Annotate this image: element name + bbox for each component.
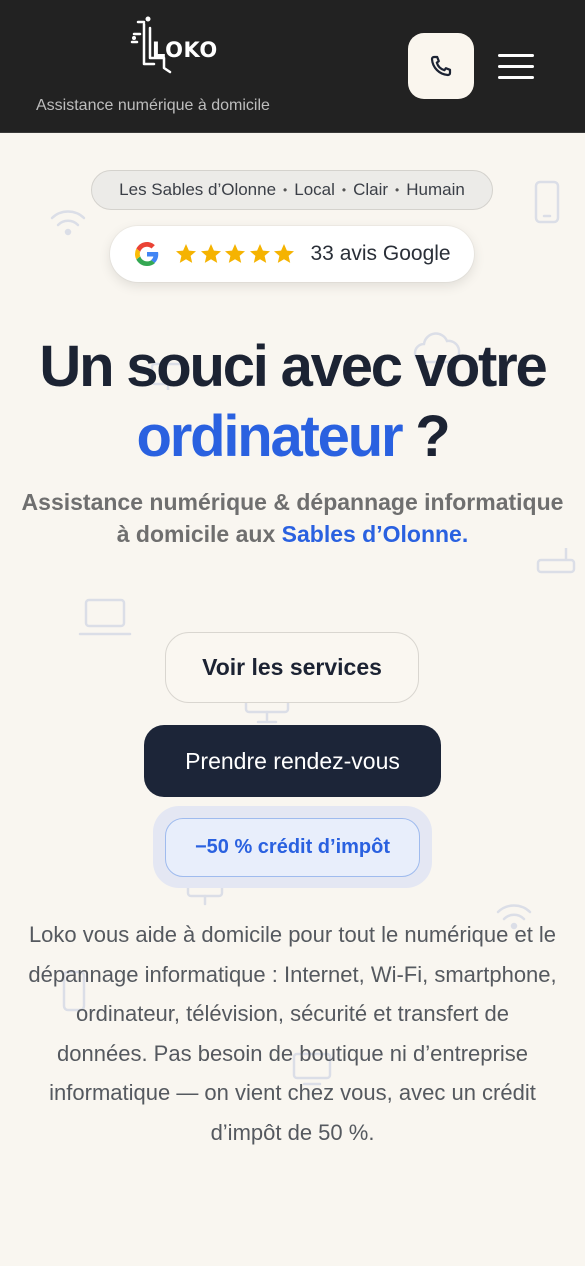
- location-item: Clair: [353, 180, 389, 199]
- star-icon: [274, 244, 294, 263]
- location-pill: Les Sables d’Olonne • Local • Clair • Hu…: [91, 170, 493, 210]
- call-button[interactable]: [408, 33, 474, 99]
- tax-credit-badge[interactable]: −50 % crédit d’impôt: [165, 818, 420, 877]
- site-header: LOKO Assistance numérique à domicile: [0, 0, 585, 133]
- tax-credit-badge-wrapper: −50 % crédit d’impôt: [153, 806, 432, 888]
- review-count: 33 avis Google: [310, 242, 451, 265]
- hero-title-accent: ordinateur: [136, 404, 404, 469]
- hero-title: Un souci avec votre ordinateur ?: [0, 332, 585, 472]
- menu-bar-icon: [498, 65, 534, 68]
- star-icon: [249, 244, 270, 263]
- location-link[interactable]: Sables d’Olonne: [282, 521, 462, 547]
- smartphone-icon: [534, 180, 560, 224]
- laptop-icon: [78, 598, 132, 636]
- header-tagline: Assistance numérique à domicile: [36, 97, 270, 114]
- star-icon: [200, 244, 221, 263]
- hero-subtitle: Assistance numérique & dépannage informa…: [20, 486, 565, 550]
- location-item: Les Sables d’Olonne: [119, 180, 277, 199]
- hero-title-end: ?: [401, 404, 450, 469]
- logo-text: LOKO: [152, 38, 218, 62]
- menu-bar-icon: [498, 54, 534, 57]
- google-icon: [135, 242, 159, 266]
- star-icon: [176, 244, 196, 263]
- wifi-icon: [50, 210, 86, 236]
- hamburger-menu-button[interactable]: [496, 48, 536, 84]
- star-icon: [225, 244, 245, 263]
- separator-dot: •: [283, 183, 288, 197]
- phone-icon: [430, 55, 452, 77]
- menu-bar-icon: [498, 76, 534, 79]
- google-reviews-badge[interactable]: 33 avis Google: [110, 226, 474, 282]
- hero-subtitle-end: .: [461, 521, 469, 547]
- location-item: Humain: [406, 180, 465, 199]
- location-item: Local: [294, 180, 335, 199]
- book-appointment-button[interactable]: Prendre rendez-vous: [144, 725, 441, 797]
- intro-description: Loko vous aide à domicile pour tout le n…: [28, 922, 557, 1145]
- view-services-button[interactable]: Voir les services: [165, 632, 419, 703]
- separator-dot: •: [341, 183, 347, 197]
- separator-dot: •: [395, 183, 400, 197]
- star-rating: [174, 242, 297, 266]
- hero-title-line1: Un souci avec votre: [39, 334, 547, 399]
